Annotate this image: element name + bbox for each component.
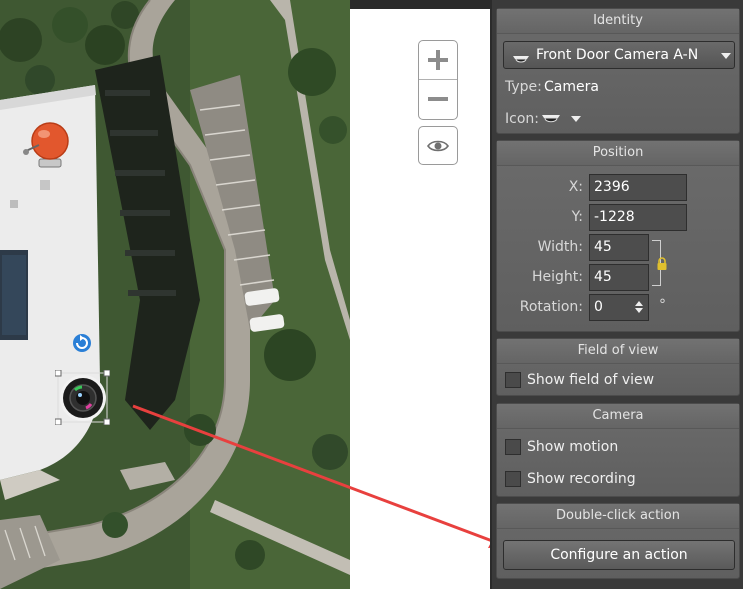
icon-picker[interactable]	[541, 111, 583, 129]
type-label: Type:	[505, 79, 542, 95]
icon-label: Icon:	[505, 111, 539, 127]
double-click-section: Double-click action Configure an action	[496, 503, 740, 579]
properties-panel: Identity Front Door Camera A-N Type: Cam…	[490, 0, 743, 589]
checkbox-box[interactable]	[505, 471, 521, 487]
y-input[interactable]: -1228	[589, 204, 687, 231]
width-label: Width:	[537, 239, 583, 255]
height-label: Height:	[532, 269, 583, 285]
spinner-arrows-icon[interactable]	[634, 299, 644, 315]
show-motion-checkbox[interactable]: Show motion	[505, 437, 618, 457]
x-label: X:	[568, 179, 583, 195]
dome-camera-icon	[512, 49, 530, 75]
height-input[interactable]: 45	[589, 264, 649, 291]
checkbox-box[interactable]	[505, 439, 521, 455]
camera-title: Camera	[497, 404, 739, 429]
double-click-title: Double-click action	[497, 504, 739, 529]
x-input[interactable]: 2396	[589, 174, 687, 201]
camera-select-value: Front Door Camera A-N	[536, 47, 699, 63]
position-title: Position	[497, 141, 739, 166]
field-of-view-section: Field of view Show field of view	[496, 338, 740, 396]
rotation-unit: °	[659, 297, 666, 313]
camera-section: Camera Show motion Show recording	[496, 403, 740, 497]
rotation-value: 0	[594, 299, 603, 315]
rotation-label: Rotation:	[519, 299, 583, 315]
camera-select-dropdown[interactable]: Front Door Camera A-N	[503, 41, 735, 69]
show-field-of-view-checkbox[interactable]: Show field of view	[505, 370, 654, 390]
y-label: Y:	[571, 209, 583, 225]
show-field-of-view-label: Show field of view	[527, 372, 655, 388]
field-of-view-title: Field of view	[497, 339, 739, 364]
identity-title: Identity	[497, 9, 739, 34]
checkbox-box[interactable]	[505, 372, 521, 388]
chevron-down-icon	[571, 116, 581, 122]
lock-icon[interactable]	[656, 256, 668, 270]
width-input[interactable]: 45	[589, 234, 649, 261]
configure-action-button[interactable]: Configure an action	[503, 540, 735, 570]
show-motion-label: Show motion	[527, 439, 619, 455]
dome-camera-icon	[542, 115, 560, 123]
rotation-stepper[interactable]: 0	[589, 294, 649, 321]
type-value: Camera	[544, 79, 599, 95]
position-section: Position X: 2396 Y: -1228 Width: 45 Heig…	[496, 140, 740, 332]
show-recording-checkbox[interactable]: Show recording	[505, 469, 636, 489]
identity-section: Identity Front Door Camera A-N Type: Cam…	[496, 8, 740, 134]
show-recording-label: Show recording	[527, 471, 636, 487]
chevron-down-icon	[721, 53, 731, 59]
